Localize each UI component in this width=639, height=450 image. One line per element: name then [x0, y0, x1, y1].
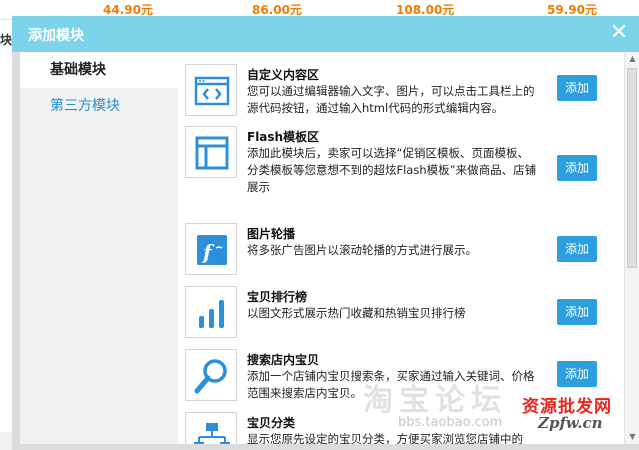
module-description: 显示您原先设定的宝贝分类，方便买家浏览您店铺中的	[247, 432, 523, 444]
module-description: 您可以通过编辑器输入文字、图片，可以点击工具栏上的源代码按钮，通过输入html代…	[247, 84, 535, 115]
watermark-forum-text: 淘宝论坛	[363, 383, 507, 418]
tab-basic-modules[interactable]: 基础模块	[20, 52, 178, 88]
module-title: 宝贝排行榜	[247, 290, 308, 304]
module-description: 以图文形式展示热门收藏和热销宝贝排行榜	[247, 306, 466, 320]
module-description: 添加此模块后，卖家可以选择“促销区模板、页面模板、分类模板等您意想不到的超炫Fl…	[247, 146, 537, 194]
dialog-header: 添加模块 ✕	[12, 16, 639, 52]
add-custom-content-button[interactable]: 添加	[557, 75, 597, 101]
bar-chart-icon	[185, 286, 237, 338]
vertical-scrollbar[interactable]: ▲ ▼	[624, 52, 639, 444]
magnifier-icon	[185, 349, 237, 401]
flash-icon: f	[185, 223, 237, 275]
module-title: 搜索店内宝贝	[247, 353, 320, 367]
add-image-carousel-button[interactable]: 添加	[557, 236, 597, 262]
module-title: Flash模板区	[247, 130, 320, 144]
module-title: 图片轮播	[247, 227, 296, 241]
watermark-forum-url: bbs.taobao.com	[398, 415, 503, 430]
module-description: 将多张广告图片以滚动轮播的方式进行展示。	[247, 243, 477, 257]
dialog-title: 添加模块	[28, 28, 84, 44]
module-title: 自定义内容区	[247, 68, 320, 82]
module-title: 宝贝分类	[247, 416, 296, 430]
add-flash-template-button[interactable]: 添加	[557, 155, 597, 181]
scroll-up-arrow-icon[interactable]: ▲	[625, 52, 639, 66]
dialog-body: 基础模块 第三方模块 自定义内容区 您可以通过编辑器输入文字、图片，可以点击工具…	[20, 52, 639, 444]
add-ranking-button[interactable]: 添加	[557, 299, 597, 325]
category-tree-icon	[185, 412, 237, 444]
scroll-thumb[interactable]	[627, 68, 637, 268]
watermark-site-url: Zpfw.cn	[538, 414, 603, 432]
scroll-down-arrow-icon[interactable]: ▼	[625, 430, 639, 444]
code-icon	[185, 64, 237, 116]
close-icon[interactable]: ✕	[607, 21, 631, 45]
layout-template-icon	[185, 126, 237, 178]
add-module-dialog: 添加模块 ✕ 基础模块 第三方模块 自定义内容区 您可以通过编辑器输入文字、图片…	[12, 16, 639, 450]
module-category-nav: 基础模块 第三方模块	[20, 52, 178, 444]
add-store-search-button[interactable]: 添加	[557, 361, 597, 387]
tab-third-party-modules[interactable]: 第三方模块	[20, 88, 178, 124]
